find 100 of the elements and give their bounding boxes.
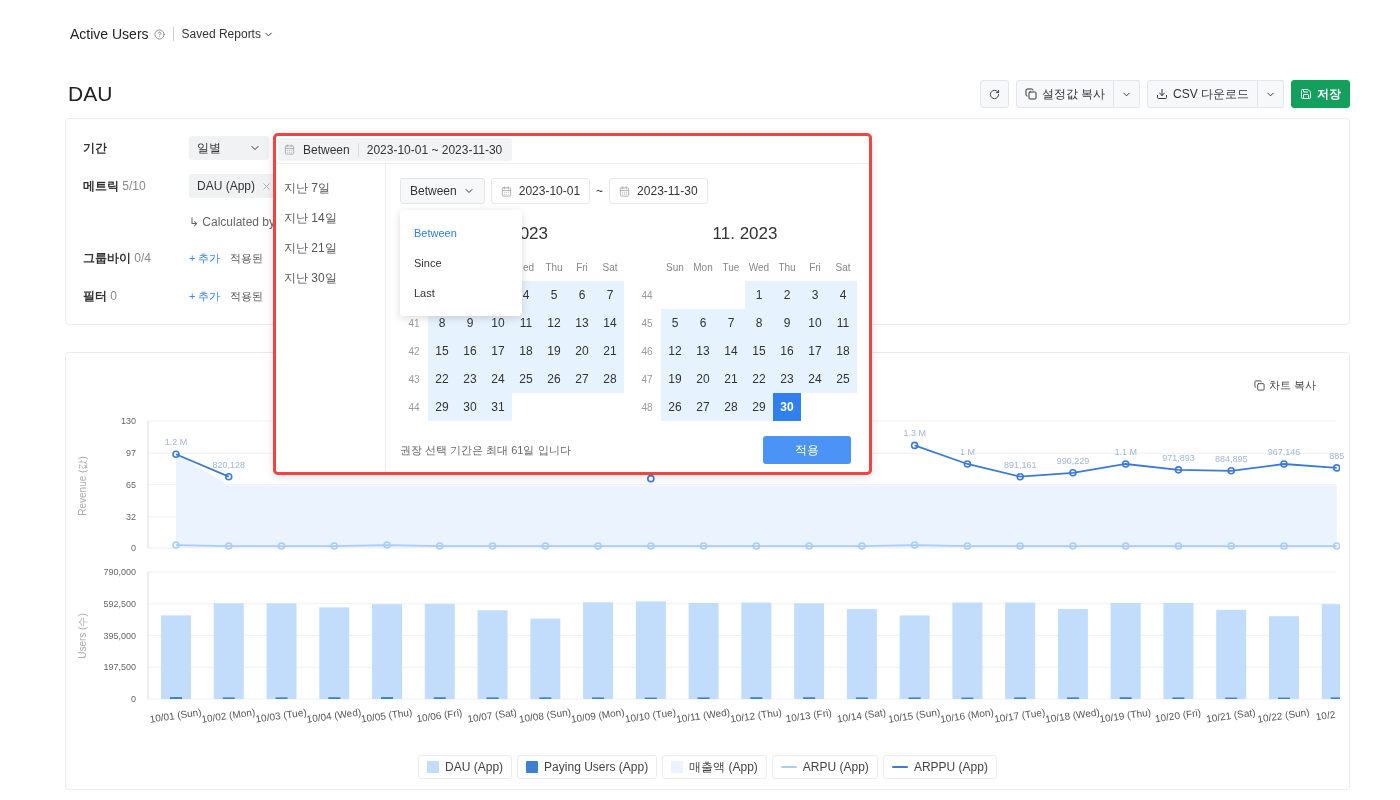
calendar-day[interactable]: 31 <box>484 393 512 421</box>
copy-settings-button[interactable]: 설정값 복사 <box>1015 80 1114 108</box>
weekday-label: Sat <box>601 260 619 275</box>
add-link[interactable]: + 추가 <box>189 288 221 304</box>
calendar-day[interactable]: 29 <box>428 393 456 421</box>
calendar-day[interactable]: 30 <box>456 393 484 421</box>
axis-tick-label: 10/13 (Fri) <box>785 706 833 725</box>
start-date-field[interactable]: 2023-10-01 <box>490 178 591 204</box>
calendar-day[interactable]: 8 <box>745 309 773 337</box>
calendar-day[interactable]: 20 <box>568 337 596 365</box>
legend-item[interactable]: ARPPU (App) <box>882 755 997 779</box>
calendar-day[interactable]: 13 <box>568 309 596 337</box>
end-date-field[interactable]: 2023-11-30 <box>609 178 708 204</box>
calendar-day[interactable]: 24 <box>484 365 512 393</box>
calendar-day[interactable]: 23 <box>456 365 484 393</box>
calendar-day[interactable]: 18 <box>512 337 540 365</box>
copy-chart-button[interactable]: 차트 복사 <box>1247 375 1322 395</box>
calendar-day[interactable]: 2 <box>773 281 801 309</box>
axis-tick-label: 97 <box>126 448 136 459</box>
calendar-day[interactable]: 7 <box>717 309 745 337</box>
calendar-day[interactable]: 25 <box>512 365 540 393</box>
dropdown-button[interactable] <box>1258 80 1284 108</box>
calendar-day[interactable]: 13 <box>689 337 717 365</box>
calendar-day[interactable]: 9 <box>773 309 801 337</box>
calendar-day[interactable]: 19 <box>661 365 689 393</box>
data-point <box>1174 466 1183 474</box>
data-point <box>1280 460 1288 468</box>
calendar-day[interactable]: 19 <box>540 337 568 365</box>
calendar-day[interactable]: 30 <box>773 393 801 421</box>
calendar-day[interactable]: 6 <box>568 281 596 309</box>
calendar-day[interactable]: 16 <box>773 337 801 365</box>
calendar-day[interactable]: 18 <box>829 337 857 365</box>
calendar-day[interactable]: 15 <box>428 337 456 365</box>
preset-option[interactable]: 지난 30일 <box>284 268 385 288</box>
data-point <box>647 474 655 483</box>
calendar-day[interactable]: 29 <box>745 393 773 421</box>
calendar-day[interactable]: 15 <box>745 337 773 365</box>
calendar-day[interactable]: 27 <box>568 365 596 393</box>
calendar-day[interactable]: 28 <box>717 393 745 421</box>
calendar-day[interactable]: 21 <box>596 337 624 365</box>
legend-item[interactable]: Paying Users (App) <box>517 755 658 779</box>
calendar-day[interactable]: 7 <box>596 281 624 309</box>
dropdown-button[interactable] <box>1114 80 1140 108</box>
legend-item[interactable]: ARPU (App) <box>771 755 878 779</box>
calendar-day[interactable]: 16 <box>456 337 484 365</box>
calendar-day[interactable]: 5 <box>540 281 568 309</box>
data-point <box>1280 542 1288 550</box>
legend-item[interactable]: 매출액 (App) <box>662 755 767 779</box>
calendar-day[interactable]: 4 <box>829 281 857 309</box>
data-point <box>1016 542 1024 550</box>
preset-option[interactable]: 지난 21일 <box>284 238 385 258</box>
data-point <box>1227 467 1235 475</box>
date-range-chip[interactable]: Between 2023-10-01 ~ 2023-11-30 <box>278 138 513 161</box>
mode-select[interactable]: Between <box>400 178 485 204</box>
close-icon[interactable] <box>261 180 272 192</box>
calendar-day[interactable]: 20 <box>689 365 717 393</box>
calendar-day[interactable]: 28 <box>596 365 624 393</box>
calendar-day[interactable]: 27 <box>689 393 717 421</box>
range-hint: 권장 선택 기간은 최대 61일 입니다 <box>400 442 571 458</box>
calendar-day[interactable]: 17 <box>484 337 512 365</box>
calendar-day[interactable]: 14 <box>717 337 745 365</box>
calendar-day[interactable]: 22 <box>428 365 456 393</box>
axis-tick-label: 10/01 (Sun) <box>148 706 203 725</box>
granularity-select[interactable]: 일별 <box>189 136 269 160</box>
calendar-day[interactable]: 5 <box>661 309 689 337</box>
calendar-day[interactable]: 24 <box>801 365 829 393</box>
calendar-day[interactable]: 10 <box>801 309 829 337</box>
calendar-day[interactable]: 14 <box>596 309 624 337</box>
calendar-day[interactable]: 26 <box>540 365 568 393</box>
preset-option[interactable]: 지난 7일 <box>284 178 385 198</box>
calendar-day[interactable]: 11 <box>829 309 857 337</box>
calendar-day[interactable]: 12 <box>540 309 568 337</box>
axis-tick-label: 10/17 (Tue) <box>993 706 1046 725</box>
csv-download-button[interactable]: CSV 다운로드 <box>1147 80 1258 108</box>
add-link[interactable]: + 추가 <box>189 250 221 266</box>
week-number: 47 <box>640 372 654 387</box>
legend-item[interactable]: DAU (App) <box>418 755 513 779</box>
calendar-day[interactable]: 26 <box>661 393 689 421</box>
calendar-day[interactable]: 23 <box>773 365 801 393</box>
weekday-label: Fri <box>575 260 589 275</box>
legend-label: DAU (App) <box>445 760 504 774</box>
calendar-day[interactable]: 22 <box>745 365 773 393</box>
calendar-day[interactable]: 21 <box>717 365 745 393</box>
calendar-day[interactable]: 3 <box>801 281 829 309</box>
calendar-day[interactable]: 1 <box>745 281 773 309</box>
preset-option[interactable]: 지난 14일 <box>284 208 385 228</box>
menu-option[interactable]: Since <box>400 248 522 278</box>
mode-label: Between <box>303 142 350 157</box>
menu-option[interactable]: Between <box>400 218 522 248</box>
refresh-button[interactable] <box>979 80 1009 108</box>
calendar-day[interactable]: 17 <box>801 337 829 365</box>
saved-reports-menu[interactable]: Saved Reports <box>181 27 274 41</box>
calendar-day[interactable]: 12 <box>661 337 689 365</box>
calendar-day[interactable]: 11 <box>512 309 540 337</box>
calendar-day[interactable]: 6 <box>689 309 717 337</box>
help-icon[interactable] <box>153 28 165 40</box>
data-point <box>541 542 550 550</box>
data-point <box>594 542 602 550</box>
field-label: 기간 <box>83 139 108 157</box>
calendar-day[interactable]: 25 <box>829 365 857 393</box>
